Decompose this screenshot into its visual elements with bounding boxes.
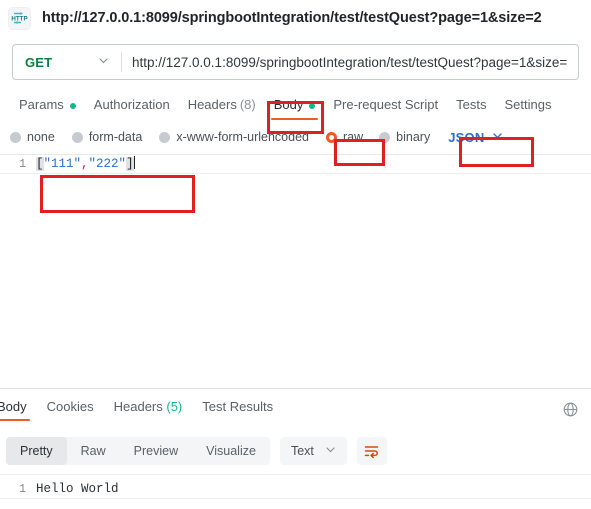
tab-headers-count: (8) <box>239 97 256 112</box>
view-mode-raw[interactable]: Raw <box>67 437 120 465</box>
body-type-none-label: none <box>27 130 55 144</box>
body-type-raw-label: raw <box>343 130 364 144</box>
window-title-bar: HTTP http://127.0.0.1:8099/springbootInt… <box>0 0 591 36</box>
editor-row-divider <box>0 173 591 174</box>
response-tab-body[interactable]: Body <box>0 400 37 421</box>
radio-icon <box>379 131 391 143</box>
response-tab-body-label: Body <box>0 399 27 414</box>
body-format-selector[interactable]: JSON <box>444 126 507 148</box>
radio-icon <box>10 131 21 143</box>
code-line: 1 ["111","222"] <box>0 155 591 174</box>
body-type-raw[interactable]: raw <box>326 130 363 144</box>
response-view-mode-group: Pretty Raw Preview Visualize <box>6 437 270 465</box>
tab-tests-label: Tests <box>456 97 487 112</box>
response-tab-bar: Body Cookies Headers (5) Test Results <box>0 389 591 421</box>
tab-settings-label: Settings <box>504 97 552 112</box>
body-type-urlencoded[interactable]: x-www-form-urlencoded <box>159 130 309 144</box>
active-tab-underline <box>0 419 30 421</box>
response-code-line: 1 Hello World <box>0 480 591 499</box>
open-bracket-token: [ <box>36 157 44 171</box>
body-type-none[interactable]: none <box>10 130 55 144</box>
string-token-2: "222" <box>88 157 127 171</box>
radio-icon <box>159 131 171 143</box>
body-type-form-data-label: form-data <box>88 130 143 144</box>
tab-pre-request-script-label: Pre-request Script <box>333 97 439 112</box>
tab-headers-label: Headers <box>187 97 237 112</box>
tab-tests[interactable]: Tests <box>447 98 495 120</box>
response-body-text: Hello World <box>36 482 119 496</box>
body-type-urlencoded-label: x-www-form-urlencoded <box>176 130 309 144</box>
globe-icon[interactable] <box>562 401 579 418</box>
string-token-1: "111" <box>43 157 82 171</box>
response-tab-headers[interactable]: Headers (5) <box>104 400 193 421</box>
body-format-label: JSON <box>448 129 485 145</box>
request-body-editor[interactable]: 1 ["111","222"] <box>0 155 591 351</box>
tab-body-label: Body <box>273 97 304 112</box>
method-label: GET <box>25 54 53 70</box>
tab-authorization[interactable]: Authorization <box>85 98 179 120</box>
line-number: 1 <box>19 483 26 496</box>
method-selector[interactable]: GET <box>13 45 121 79</box>
http-protocol-icon: HTTP <box>8 6 31 30</box>
response-tab-headers-count: (5) <box>166 399 183 414</box>
view-mode-visualize[interactable]: Visualize <box>192 437 270 465</box>
tab-pre-request-script[interactable]: Pre-request Script <box>324 98 447 120</box>
chevron-down-icon <box>98 53 109 71</box>
chevron-down-icon <box>492 128 503 146</box>
response-tab-cookies-label: Cookies <box>46 399 94 414</box>
body-type-binary-label: binary <box>396 130 431 144</box>
request-tab-bar: Params Authorization Headers (8) Body Pr… <box>0 86 591 120</box>
url-bar: GET <box>12 44 579 80</box>
active-tab-underline <box>270 118 319 120</box>
radio-icon <box>71 131 83 143</box>
page-title: http://127.0.0.1:8099/springbootIntegrat… <box>42 10 542 26</box>
radio-selected-icon <box>326 131 337 143</box>
tab-body[interactable]: Body <box>265 98 325 120</box>
text-caret <box>133 156 135 169</box>
response-body-viewer[interactable]: 1 Hello World <box>0 475 591 509</box>
chevron-down-icon <box>325 442 336 460</box>
url-bar-container: GET <box>0 36 591 80</box>
body-type-form-data[interactable]: form-data <box>71 130 143 144</box>
tab-authorization-label: Authorization <box>93 97 170 112</box>
response-row-divider <box>0 498 591 499</box>
modified-dot-icon <box>69 103 76 109</box>
wrap-lines-icon[interactable] <box>356 437 387 465</box>
tab-headers[interactable]: Headers (8) <box>179 98 265 120</box>
request-body-code[interactable]: ["111","222"] <box>36 155 135 174</box>
response-type-label: Text <box>290 444 314 458</box>
view-mode-preview[interactable]: Preview <box>120 437 192 465</box>
response-tab-headers-label: Headers <box>113 399 163 414</box>
response-tab-cookies[interactable]: Cookies <box>37 400 104 421</box>
tab-params-label: Params <box>19 97 64 112</box>
url-input[interactable] <box>122 45 578 79</box>
tab-params[interactable]: Params <box>10 98 85 120</box>
body-type-binary[interactable]: binary <box>379 130 430 144</box>
response-type-selector[interactable]: Text <box>279 437 347 465</box>
tab-settings[interactable]: Settings <box>495 98 560 120</box>
view-mode-pretty[interactable]: Pretty <box>6 437 67 465</box>
modified-dot-icon <box>309 103 316 109</box>
response-tab-test-results-label: Test Results <box>202 399 274 414</box>
response-tab-test-results[interactable]: Test Results <box>192 400 283 421</box>
line-number: 1 <box>19 158 26 171</box>
body-type-selector: none form-data x-www-form-urlencoded raw… <box>0 122 591 152</box>
svg-text:HTTP: HTTP <box>11 15 27 22</box>
response-toolbar: Pretty Raw Preview Visualize Text <box>0 433 591 469</box>
comma-token: , <box>81 157 89 171</box>
close-bracket-token: ] <box>126 157 134 171</box>
